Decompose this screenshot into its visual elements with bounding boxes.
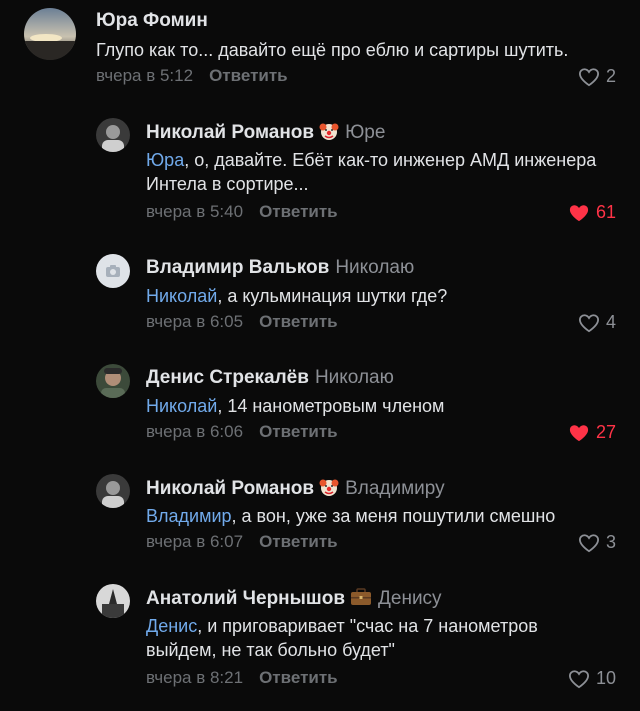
mention-link[interactable]: Николай xyxy=(146,396,217,416)
like-button[interactable]: 27 xyxy=(568,422,616,443)
comment-meta: вчера в 6:05 Ответить xyxy=(146,312,338,332)
comment-body: , и приговаривает "счас на 7 нанометров … xyxy=(146,616,538,660)
reply-to[interactable]: Николаю xyxy=(335,257,414,278)
heart-outline-icon xyxy=(578,533,599,552)
avatar[interactable] xyxy=(24,8,76,60)
timestamp[interactable]: вчера в 6:07 xyxy=(146,532,243,551)
comment-text: Владимир, а вон, уже за меня пошутили см… xyxy=(146,504,626,528)
comment-meta: вчера в 8:21 Ответить xyxy=(146,668,338,688)
comment-text: Николай, 14 нанометровым членом xyxy=(146,394,626,418)
like-button[interactable]: 4 xyxy=(578,312,616,333)
reply-to[interactable]: Денису xyxy=(378,588,442,609)
author-name[interactable]: Денис Стрекалёв xyxy=(146,367,309,388)
comment-meta: вчера в 5:40 Ответить xyxy=(146,202,338,222)
avatar-photo xyxy=(96,364,130,398)
timestamp[interactable]: вчера в 8:21 xyxy=(146,668,243,687)
like-count: 4 xyxy=(605,312,616,332)
mention-link[interactable]: Юра xyxy=(146,150,184,170)
heart-outline-icon xyxy=(578,67,599,86)
reply-button[interactable]: Ответить xyxy=(259,422,338,441)
like-count: 3 xyxy=(605,532,616,552)
comment-author[interactable]: Николай Романов Юре xyxy=(146,121,385,147)
comment-author[interactable]: Юра Фомин xyxy=(96,10,208,32)
clown-icon xyxy=(319,121,339,147)
reply-to[interactable]: Владимиру xyxy=(345,478,445,499)
like-count: 10 xyxy=(595,668,616,688)
timestamp[interactable]: вчера в 5:12 xyxy=(96,66,193,85)
avatar[interactable] xyxy=(96,254,130,288)
avatar[interactable] xyxy=(96,118,130,152)
comment-meta: вчера в 5:12 Ответить xyxy=(96,66,288,86)
clown-icon xyxy=(319,477,339,503)
reply-to[interactable]: Николаю xyxy=(315,367,394,388)
comment-text: Николай, а кульминация шутки где? xyxy=(146,284,626,308)
mention-link[interactable]: Николай xyxy=(146,286,217,306)
like-button[interactable]: 2 xyxy=(578,66,616,87)
reply-button[interactable]: Ответить xyxy=(209,66,288,85)
comment-author[interactable]: Николай Романов Владимиру xyxy=(146,477,445,503)
avatar[interactable] xyxy=(96,584,130,618)
like-count: 2 xyxy=(605,66,616,86)
avatar-photo xyxy=(96,118,130,152)
comment-text: Глупо как то... давайто ещё про еблю и с… xyxy=(96,38,616,62)
reply-button[interactable]: Ответить xyxy=(259,202,338,221)
comment-meta: вчера в 6:07 Ответить xyxy=(146,532,338,552)
avatar-photo xyxy=(96,474,130,508)
heart-outline-icon xyxy=(568,669,589,688)
avatar-sunset-image xyxy=(24,8,76,60)
timestamp[interactable]: вчера в 5:40 xyxy=(146,202,243,221)
author-name[interactable]: Николай Романов xyxy=(146,478,314,499)
briefcase-icon xyxy=(350,587,372,613)
timestamp[interactable]: вчера в 6:05 xyxy=(146,312,243,331)
avatar-photo xyxy=(96,584,130,618)
avatar[interactable] xyxy=(96,364,130,398)
author-name[interactable]: Владимир Вальков xyxy=(146,257,329,278)
comment-body: , а вон, уже за меня пошутили смешно xyxy=(231,506,556,526)
author-name[interactable]: Николай Романов xyxy=(146,122,314,143)
comment-body: , о, давайте. Ебёт как-то инженер АМД ин… xyxy=(146,150,597,194)
comment-body: , 14 нанометровым членом xyxy=(217,396,445,416)
reply-button[interactable]: Ответить xyxy=(259,312,338,331)
comment-text: Юра, о, давайте. Ебёт как-то инженер АМД… xyxy=(146,148,626,196)
comment-author[interactable]: Денис Стрекалёв Николаю xyxy=(146,367,394,389)
heart-outline-icon xyxy=(578,313,599,332)
mention-link[interactable]: Владимир xyxy=(146,506,232,526)
heart-filled-icon xyxy=(569,204,589,221)
comment-body: Глупо как то... давайто ещё про еблю и с… xyxy=(96,40,569,60)
author-name[interactable]: Анатолий Чернышов xyxy=(146,588,345,609)
like-button[interactable]: 61 xyxy=(568,202,616,223)
like-button[interactable]: 10 xyxy=(568,668,616,689)
reply-button[interactable]: Ответить xyxy=(259,532,338,551)
comment-text: Денис, и приговаривает "счас на 7 наноме… xyxy=(146,614,586,662)
comment-author[interactable]: Анатолий Чернышов Денису xyxy=(146,587,442,613)
like-count: 27 xyxy=(595,422,616,442)
mention-link[interactable]: Денис xyxy=(146,616,197,636)
comment-author[interactable]: Владимир Вальков Николаю xyxy=(146,257,414,279)
avatar[interactable] xyxy=(96,474,130,508)
like-button[interactable]: 3 xyxy=(578,532,616,553)
like-count: 61 xyxy=(595,202,616,222)
reply-to[interactable]: Юре xyxy=(345,122,385,143)
author-name[interactable]: Юра Фомин xyxy=(96,10,208,31)
comment-meta: вчера в 6:06 Ответить xyxy=(146,422,338,442)
timestamp[interactable]: вчера в 6:06 xyxy=(146,422,243,441)
camera-placeholder-icon xyxy=(96,254,130,288)
comment-thread: Юра Фомин Глупо как то... давайто ещё пр… xyxy=(0,0,640,711)
heart-filled-icon xyxy=(569,424,589,441)
comment-body: , а кульминация шутки где? xyxy=(217,286,448,306)
reply-button[interactable]: Ответить xyxy=(259,668,338,687)
